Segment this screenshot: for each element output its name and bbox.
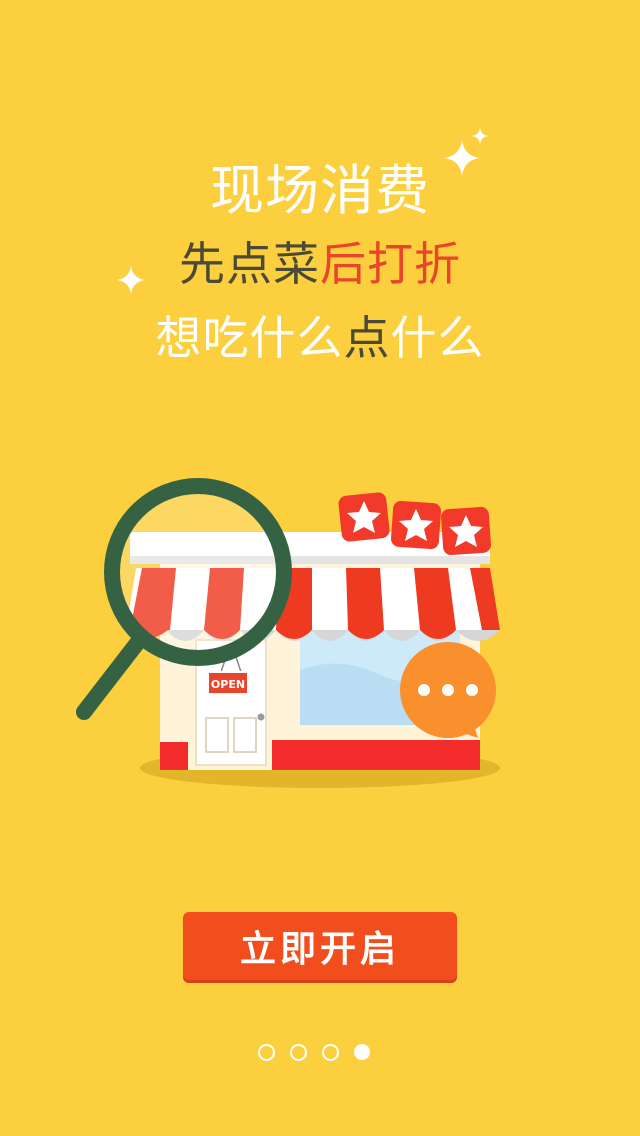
title-text: 现场消费	[210, 159, 430, 222]
tagline-part-3: 点	[343, 311, 391, 365]
sparkle-icon	[117, 265, 145, 295]
sparkle-icon	[444, 128, 488, 176]
tagline-part-4: 什么	[390, 311, 485, 365]
chat-bubble-icon	[400, 642, 496, 738]
page-indicator	[258, 1044, 370, 1062]
shop-illustration: OPEN	[76, 478, 500, 788]
hero-tagline: 想吃什么点什么	[0, 302, 640, 368]
start-button[interactable]: 立即开启	[183, 912, 457, 980]
page-dot[interactable]	[322, 1044, 339, 1061]
shop-base	[160, 742, 188, 770]
subtitle-part-discount: 后打折	[320, 237, 461, 291]
hero-title: 现场消费	[0, 146, 640, 225]
page-dot[interactable]	[258, 1044, 275, 1061]
page-dot-active[interactable]	[354, 1044, 370, 1060]
open-sign-text: OPEN	[211, 678, 245, 691]
page-dot[interactable]	[290, 1044, 307, 1061]
tagline-part-2: 什么	[249, 311, 344, 365]
hero-subtitle: 先点菜后打折	[0, 228, 640, 294]
subtitle-part-order: 先点菜	[179, 237, 320, 291]
tagline-part-1: 想吃	[155, 311, 250, 365]
